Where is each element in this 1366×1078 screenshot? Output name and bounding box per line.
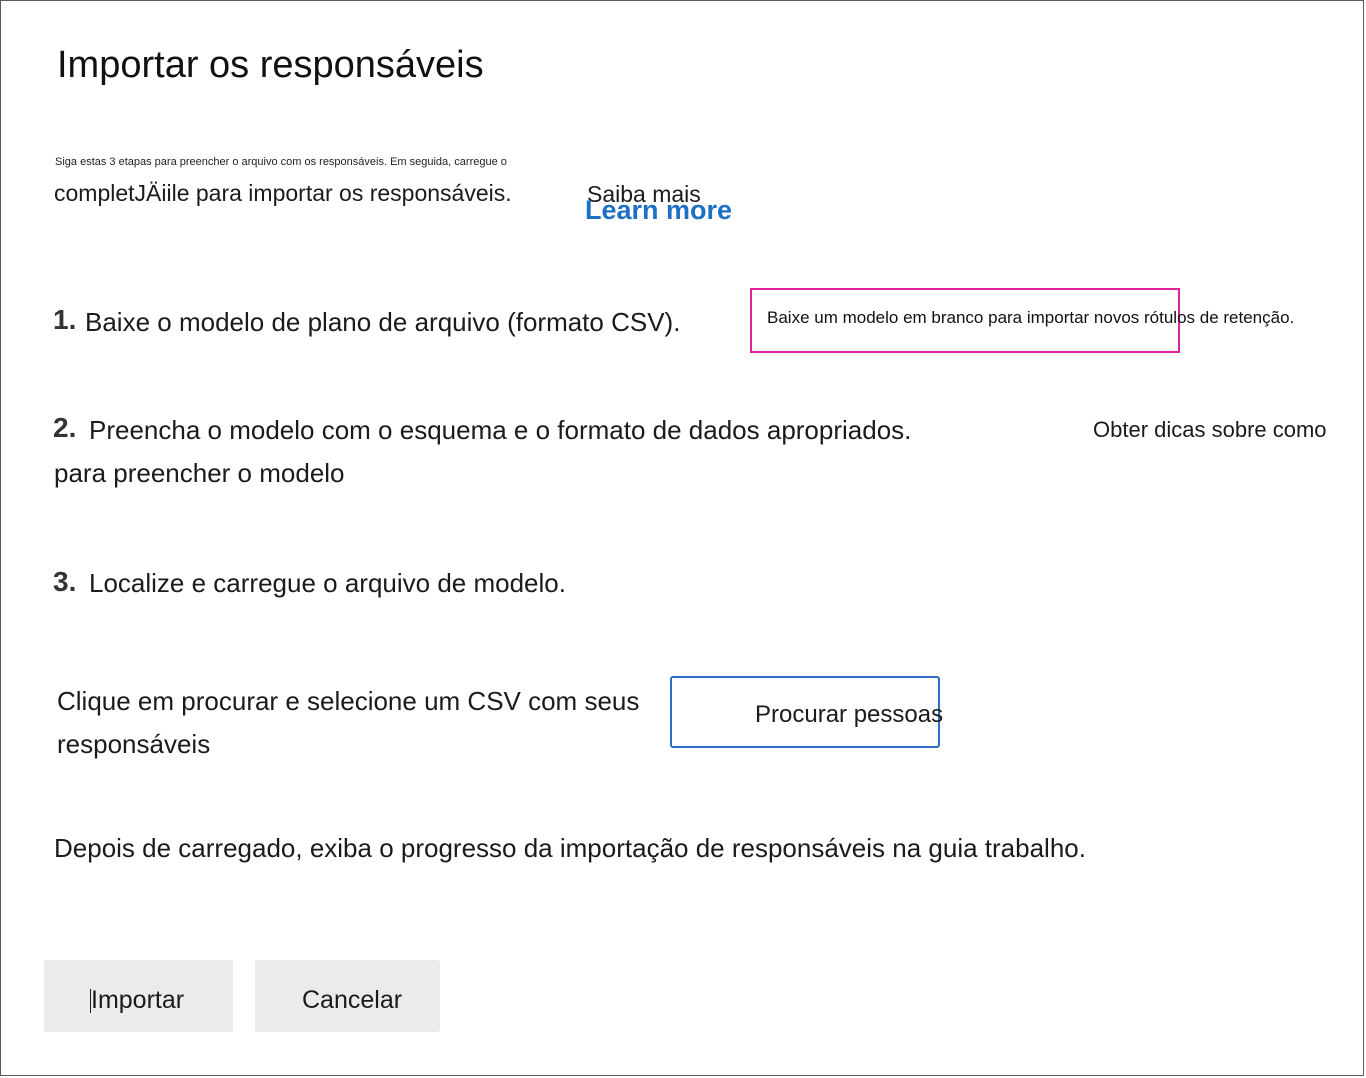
after-upload-note: Depois de carregado, exiba o progresso d… [54,833,1086,863]
step-3-number: 3. [53,566,77,597]
step-2-text: Preencha o modelo com o esquema e o form… [89,415,912,445]
learn-more-link[interactable]: Learn more [585,195,732,226]
dialog-title: Importar os responsáveis [57,44,484,86]
cancel-button-label: Cancelar [302,986,403,1014]
text-cursor [90,989,91,1013]
cancel-button[interactable]: Cancelar [255,960,440,1032]
import-button-label: Importar [91,986,185,1014]
intro-text: completJÄiile para importar os responsáv… [54,180,512,206]
download-template-link[interactable]: Baixe um modelo em branco para importar … [767,308,1294,328]
step-1-number: 1. [53,304,77,335]
get-tips-link[interactable]: Obter dicas sobre como [1093,417,1327,443]
browse-instructions: Clique em procurar e selecione um CSV co… [57,686,640,759]
intro-text-small: Siga estas 3 etapas para preencher o arq… [55,156,507,168]
import-button[interactable]: Importar [44,960,233,1032]
step-3-text: Localize e carregue o arquivo de modelo. [89,568,566,598]
browse-people-label[interactable]: Procurar pessoas [755,701,943,729]
step-2-number: 2. [53,412,77,443]
step-2-text-cont: para preencher o modelo [54,458,345,488]
step-1-text: Baixe o modelo de plano de arquivo (form… [85,307,681,337]
